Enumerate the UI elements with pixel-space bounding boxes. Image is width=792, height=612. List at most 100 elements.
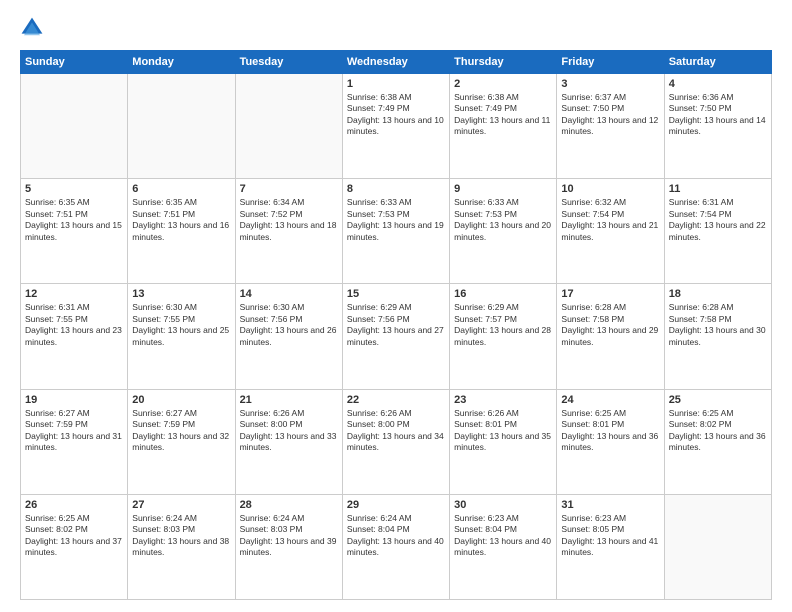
day-number: 4 [669, 78, 767, 90]
calendar-cell: 26Sunrise: 6:25 AM Sunset: 8:02 PM Dayli… [21, 494, 128, 599]
calendar-cell: 21Sunrise: 6:26 AM Sunset: 8:00 PM Dayli… [235, 389, 342, 494]
day-number: 13 [132, 288, 230, 300]
calendar-cell: 23 Sunrise: 6:26 AM Sunset: 8:01 PM Dayli… [450, 389, 557, 494]
day-info: Sunrise: 6:38 AM Sunset: 7:49 PM Dayligh… [454, 92, 552, 138]
day-number: 12 [25, 288, 123, 300]
day-info: Sunrise: 6:35 AM Sunset: 7:51 PM Dayligh… [132, 197, 230, 243]
day-number: 14 [240, 288, 338, 300]
calendar-cell: 19Sunrise: 6:27 AM Sunset: 7:59 PM Dayli… [21, 389, 128, 494]
day-info: Sunrise: 6:33 AM Sunset: 7:53 PM Dayligh… [454, 197, 552, 243]
day-info: Sunrise: 6:35 AM Sunset: 7:51 PM Dayligh… [25, 197, 123, 243]
day-info: Sunrise: 6:27 AM Sunset: 7:59 PM Dayligh… [132, 408, 230, 454]
day-info: Sunrise: 6:30 AM Sunset: 7:56 PM Dayligh… [240, 302, 338, 348]
calendar-cell: 7Sunrise: 6:34 AM Sunset: 7:52 PM Daylig… [235, 179, 342, 284]
logo [20, 16, 48, 40]
day-number: 8 [347, 183, 445, 195]
weekday-header-sunday: Sunday [21, 51, 128, 74]
day-number: 11 [669, 183, 767, 195]
day-number: 31 [561, 499, 659, 511]
day-info: Sunrise: 6:26 AM Sunset: 8:00 PM Dayligh… [347, 408, 445, 454]
day-number: 20 [132, 394, 230, 406]
day-info: Sunrise: 6:25 AM Sunset: 8:01 PM Dayligh… [561, 408, 659, 454]
calendar-cell: 6 Sunrise: 6:35 AM Sunset: 7:51 PM Daylig… [128, 179, 235, 284]
day-info: Sunrise: 6:23 AM Sunset: 8:04 PM Dayligh… [454, 513, 552, 559]
day-info: Sunrise: 6:31 AM Sunset: 7:54 PM Dayligh… [669, 197, 767, 243]
calendar-cell: 11 Sunrise: 6:31 AM Sunset: 7:54 PM Dayli… [664, 179, 771, 284]
calendar-table: SundayMondayTuesdayWednesdayThursdayFrid… [20, 50, 772, 600]
calendar-cell: 20 Sunrise: 6:27 AM Sunset: 7:59 PM Dayli… [128, 389, 235, 494]
day-info: Sunrise: 6:30 AM Sunset: 7:55 PM Dayligh… [132, 302, 230, 348]
calendar-cell: 1Sunrise: 6:38 AM Sunset: 7:49 PM Daylig… [342, 74, 449, 179]
day-info: Sunrise: 6:37 AM Sunset: 7:50 PM Dayligh… [561, 92, 659, 138]
weekday-header-thursday: Thursday [450, 51, 557, 74]
day-number: 3 [561, 78, 659, 90]
day-number: 28 [240, 499, 338, 511]
day-info: Sunrise: 6:28 AM Sunset: 7:58 PM Dayligh… [561, 302, 659, 348]
calendar-cell: 4 Sunrise: 6:36 AM Sunset: 7:50 PM Daylig… [664, 74, 771, 179]
day-number: 17 [561, 288, 659, 300]
day-info: Sunrise: 6:31 AM Sunset: 7:55 PM Dayligh… [25, 302, 123, 348]
calendar-cell: 14 Sunrise: 6:30 AM Sunset: 7:56 PM Dayli… [235, 284, 342, 389]
day-info: Sunrise: 6:32 AM Sunset: 7:54 PM Dayligh… [561, 197, 659, 243]
day-number: 5 [25, 183, 123, 195]
calendar-cell: 29 Sunrise: 6:24 AM Sunset: 8:04 PM Dayli… [342, 494, 449, 599]
day-info: Sunrise: 6:24 AM Sunset: 8:03 PM Dayligh… [240, 513, 338, 559]
calendar-week-4: 26Sunrise: 6:25 AM Sunset: 8:02 PM Dayli… [21, 494, 772, 599]
calendar-cell: 28 Sunrise: 6:24 AM Sunset: 8:03 PM Dayli… [235, 494, 342, 599]
calendar-cell: 10 Sunrise: 6:32 AM Sunset: 7:54 PM Dayli… [557, 179, 664, 284]
page: SundayMondayTuesdayWednesdayThursdayFrid… [0, 0, 792, 612]
calendar-cell [235, 74, 342, 179]
calendar-week-3: 19Sunrise: 6:27 AM Sunset: 7:59 PM Dayli… [21, 389, 772, 494]
day-info: Sunrise: 6:29 AM Sunset: 7:56 PM Dayligh… [347, 302, 445, 348]
calendar-cell: 31 Sunrise: 6:23 AM Sunset: 8:05 PM Dayli… [557, 494, 664, 599]
day-info: Sunrise: 6:25 AM Sunset: 8:02 PM Dayligh… [669, 408, 767, 454]
day-number: 10 [561, 183, 659, 195]
day-number: 25 [669, 394, 767, 406]
calendar-cell: 9 Sunrise: 6:33 AM Sunset: 7:53 PM Daylig… [450, 179, 557, 284]
day-number: 27 [132, 499, 230, 511]
calendar-cell: 17 Sunrise: 6:28 AM Sunset: 7:58 PM Dayli… [557, 284, 664, 389]
calendar-cell: 22 Sunrise: 6:26 AM Sunset: 8:00 PM Dayli… [342, 389, 449, 494]
calendar-cell: 5 Sunrise: 6:35 AM Sunset: 7:51 PM Daylig… [21, 179, 128, 284]
calendar-cell: 30 Sunrise: 6:23 AM Sunset: 8:04 PM Dayli… [450, 494, 557, 599]
day-number: 15 [347, 288, 445, 300]
day-number: 6 [132, 183, 230, 195]
calendar-cell: 27 Sunrise: 6:24 AM Sunset: 8:03 PM Dayli… [128, 494, 235, 599]
day-number: 7 [240, 183, 338, 195]
day-number: 24 [561, 394, 659, 406]
calendar-cell: 12 Sunrise: 6:31 AM Sunset: 7:55 PM Dayli… [21, 284, 128, 389]
calendar-cell: 18Sunrise: 6:28 AM Sunset: 7:58 PM Dayli… [664, 284, 771, 389]
day-info: Sunrise: 6:29 AM Sunset: 7:57 PM Dayligh… [454, 302, 552, 348]
day-number: 16 [454, 288, 552, 300]
calendar-cell [664, 494, 771, 599]
weekday-header-monday: Monday [128, 51, 235, 74]
weekday-header-friday: Friday [557, 51, 664, 74]
weekday-header-tuesday: Tuesday [235, 51, 342, 74]
day-number: 30 [454, 499, 552, 511]
calendar-cell: 3 Sunrise: 6:37 AM Sunset: 7:50 PM Daylig… [557, 74, 664, 179]
calendar-cell [128, 74, 235, 179]
day-info: Sunrise: 6:24 AM Sunset: 8:03 PM Dayligh… [132, 513, 230, 559]
calendar-cell [21, 74, 128, 179]
calendar-cell: 8 Sunrise: 6:33 AM Sunset: 7:53 PM Daylig… [342, 179, 449, 284]
day-number: 29 [347, 499, 445, 511]
day-number: 22 [347, 394, 445, 406]
day-number: 23 [454, 394, 552, 406]
calendar-cell: 16 Sunrise: 6:29 AM Sunset: 7:57 PM Dayli… [450, 284, 557, 389]
day-info: Sunrise: 6:28 AM Sunset: 7:58 PM Dayligh… [669, 302, 767, 348]
day-info: Sunrise: 6:23 AM Sunset: 8:05 PM Dayligh… [561, 513, 659, 559]
day-number: 21 [240, 394, 338, 406]
day-info: Sunrise: 6:36 AM Sunset: 7:50 PM Dayligh… [669, 92, 767, 138]
calendar-cell: 2 Sunrise: 6:38 AM Sunset: 7:49 PM Daylig… [450, 74, 557, 179]
day-info: Sunrise: 6:25 AM Sunset: 8:02 PM Dayligh… [25, 513, 123, 559]
day-info: Sunrise: 6:24 AM Sunset: 8:04 PM Dayligh… [347, 513, 445, 559]
day-number: 9 [454, 183, 552, 195]
calendar-cell: 15 Sunrise: 6:29 AM Sunset: 7:56 PM Dayli… [342, 284, 449, 389]
calendar-week-1: 5 Sunrise: 6:35 AM Sunset: 7:51 PM Daylig… [21, 179, 772, 284]
day-info: Sunrise: 6:38 AM Sunset: 7:49 PM Dayligh… [347, 92, 445, 138]
day-info: Sunrise: 6:26 AM Sunset: 8:01 PM Dayligh… [454, 408, 552, 454]
weekday-header-row: SundayMondayTuesdayWednesdayThursdayFrid… [21, 51, 772, 74]
calendar-week-2: 12 Sunrise: 6:31 AM Sunset: 7:55 PM Dayli… [21, 284, 772, 389]
day-info: Sunrise: 6:33 AM Sunset: 7:53 PM Dayligh… [347, 197, 445, 243]
day-number: 2 [454, 78, 552, 90]
